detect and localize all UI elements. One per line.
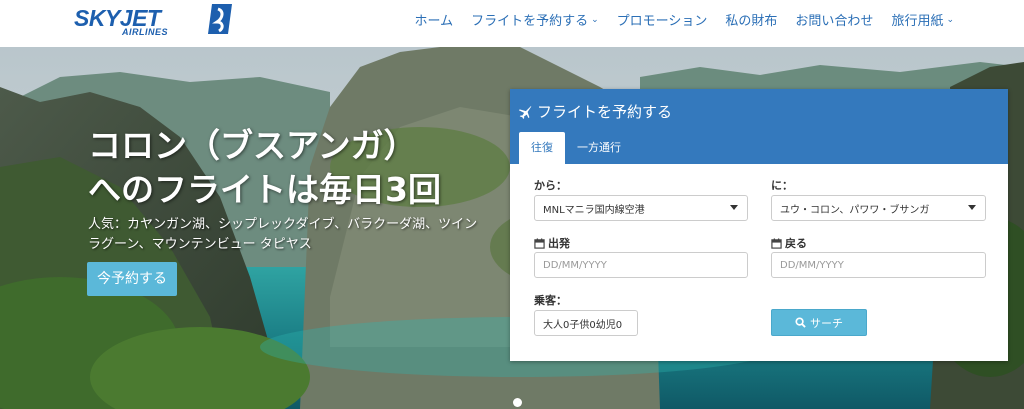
search-button[interactable]: サーチ bbox=[771, 309, 867, 336]
return-date-input[interactable]: DD/MM/YYYY bbox=[771, 252, 986, 278]
plane-icon bbox=[518, 105, 532, 119]
search-icon bbox=[795, 317, 806, 328]
main-nav: ホーム フライトを予約する ⌄ プロモーション 私の財布 お問い合わせ 旅行用紙 ⌄ bbox=[414, 10, 954, 29]
from-select-value: MNLマニラ国内線空港 bbox=[543, 204, 645, 216]
nav-travel-forms[interactable]: 旅行用紙 ⌄ bbox=[891, 10, 954, 29]
hero-subtitle-line2: ラグーン、マウンテンビュー タピヤス bbox=[88, 237, 312, 252]
booking-title: フライトを予約する bbox=[518, 101, 672, 122]
hero-subtitle-line1: 人気：カヤンガン湖、シップレックダイブ、バラクーダ湖、ツイン bbox=[88, 217, 478, 232]
nav-book-flight[interactable]: フライトを予約する ⌄ bbox=[471, 10, 599, 29]
hero-title: コロン（ブスアンガ） へのフライトは毎日3回 bbox=[88, 124, 508, 212]
return-label-text: 戻る bbox=[785, 237, 807, 250]
book-now-button[interactable]: 今予約する bbox=[87, 262, 177, 296]
brand-logo[interactable]: SKYJET AIRLINES bbox=[74, 2, 236, 40]
nav-label: 旅行用紙 bbox=[891, 14, 944, 29]
nav-label: 私の財布 bbox=[725, 14, 778, 29]
nav-wallet[interactable]: 私の財布 bbox=[725, 10, 777, 29]
airline-logo-icon bbox=[208, 4, 232, 34]
depart-label-text: 出発 bbox=[548, 237, 570, 250]
nav-label: お問い合わせ bbox=[795, 14, 874, 29]
tab-one-way[interactable]: 一方通行 bbox=[565, 132, 633, 164]
nav-label: プロモーション bbox=[616, 14, 708, 29]
nav-promotions[interactable]: プロモーション bbox=[617, 10, 708, 29]
nav-home[interactable]: ホーム bbox=[414, 10, 453, 29]
passengers-input[interactable]: 大人0子供0幼児0 bbox=[534, 310, 638, 336]
nav-contact[interactable]: お問い合わせ bbox=[795, 10, 873, 29]
nav-label: ホーム bbox=[414, 14, 454, 29]
brand-sub: AIRLINES bbox=[122, 27, 169, 37]
carousel-indicator[interactable] bbox=[513, 398, 522, 407]
hero-title-line2: へのフライトは毎日3回 bbox=[88, 170, 441, 209]
passengers-label: 乗客： bbox=[534, 292, 567, 308]
nav-label: フライトを予約する bbox=[471, 14, 589, 29]
return-label: 戻る bbox=[771, 235, 807, 251]
passengers-label-text: 乗客： bbox=[534, 294, 567, 307]
chevron-down-icon: ⌄ bbox=[946, 14, 954, 25]
from-label: から： bbox=[534, 177, 567, 193]
tab-round-trip[interactable]: 往復 bbox=[519, 132, 565, 164]
booking-title-text: フライトを予約する bbox=[537, 103, 673, 121]
depart-placeholder: DD/MM/YYYY bbox=[543, 259, 607, 271]
depart-label: 出発 bbox=[534, 235, 570, 251]
passengers-value: 大人0子供0幼児0 bbox=[543, 319, 623, 331]
trip-type-tabs: 往復 一方通行 bbox=[519, 132, 633, 164]
hero-subtitle: 人気：カヤンガン湖、シップレックダイブ、バラクーダ湖、ツイン ラグーン、マウンテ… bbox=[88, 215, 508, 255]
calendar-icon bbox=[771, 237, 782, 249]
dropdown-arrow-icon bbox=[968, 205, 976, 210]
hero-title-line1: コロン（ブスアンガ） bbox=[88, 126, 417, 165]
dropdown-arrow-icon bbox=[730, 205, 738, 210]
booking-panel-header: フライトを予約する 往復 一方通行 bbox=[510, 89, 1008, 164]
calendar-icon bbox=[534, 237, 545, 249]
from-select[interactable]: MNLマニラ国内線空港 bbox=[534, 195, 748, 221]
chevron-down-icon: ⌄ bbox=[591, 14, 599, 25]
to-select[interactable]: ユウ・コロン、パワワ・ブサンガ bbox=[771, 195, 986, 221]
depart-date-input[interactable]: DD/MM/YYYY bbox=[534, 252, 748, 278]
site-header: SKYJET AIRLINES ホーム フライトを予約する ⌄ プロモーション 私… bbox=[0, 0, 1024, 47]
to-label-text: に： bbox=[771, 179, 793, 192]
to-select-value: ユウ・コロン、パワワ・ブサンガ bbox=[780, 204, 930, 216]
search-button-label: サーチ bbox=[810, 316, 843, 330]
booking-panel: フライトを予約する 往復 一方通行 から： MNLマニラ国内線空港 に： ユウ・… bbox=[510, 89, 1008, 361]
from-label-text: から： bbox=[534, 179, 567, 192]
return-placeholder: DD/MM/YYYY bbox=[780, 259, 844, 271]
to-label: に： bbox=[771, 177, 793, 193]
